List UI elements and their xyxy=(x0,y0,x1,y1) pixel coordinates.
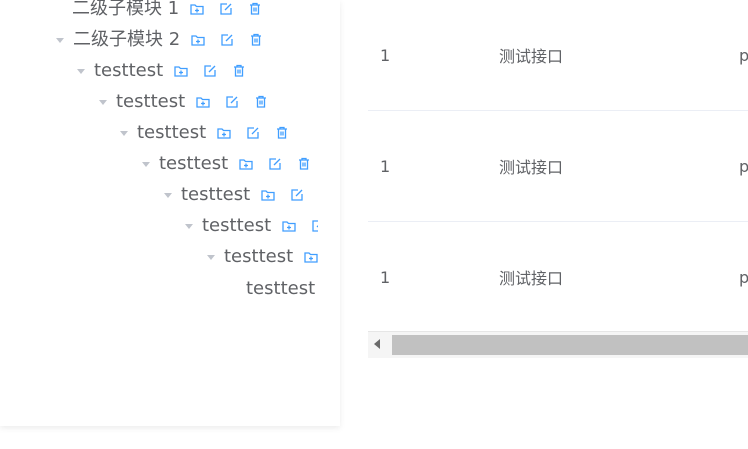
tree-node-actions xyxy=(238,156,312,172)
expand-caret-icon[interactable] xyxy=(119,121,129,145)
folder-add-icon[interactable] xyxy=(189,1,205,17)
tree-node[interactable]: testtest xyxy=(141,152,312,176)
folder-add-icon[interactable] xyxy=(216,125,232,141)
tree-node-actions xyxy=(260,187,318,203)
tree-node[interactable]: testtest xyxy=(246,277,315,301)
table-cell-col2: 测试接口 xyxy=(499,158,564,177)
tree-node[interactable]: 二级子模块 2 xyxy=(55,28,264,52)
folder-add-icon[interactable] xyxy=(303,249,318,265)
table-cell-col2: 测试接口 xyxy=(499,47,564,66)
tree-node-label: testtest xyxy=(159,153,229,174)
table-row[interactable]: 1 测试接口 p xyxy=(368,222,748,333)
scrollbar-thumb[interactable] xyxy=(392,335,748,355)
edit-icon[interactable] xyxy=(219,32,235,48)
delete-icon[interactable] xyxy=(274,125,290,141)
expand-caret-icon[interactable] xyxy=(206,245,216,269)
tree-node[interactable]: testtest xyxy=(76,59,247,83)
module-tree: 二级子模块 1 二级子模块 2 testtest testtest testtest te… xyxy=(0,0,318,320)
expand-caret-icon[interactable] xyxy=(76,59,86,83)
tree-node-label: testtest xyxy=(202,215,272,236)
tree-node-label: testtest xyxy=(246,278,316,299)
table-cell-col1: 1 xyxy=(380,156,391,176)
tree-node[interactable]: testtest xyxy=(206,245,318,269)
tree-node-actions xyxy=(281,218,318,234)
tree-node-label: testtest xyxy=(137,122,207,143)
tree-node[interactable]: testtest xyxy=(163,183,318,207)
delete-icon[interactable] xyxy=(247,1,263,17)
table-cell-col3: p xyxy=(739,267,748,287)
folder-add-icon[interactable] xyxy=(260,187,276,203)
table-cell-col1: 1 xyxy=(380,267,391,287)
module-tree-panel: 二级子模块 1 二级子模块 2 testtest testtest testtest te… xyxy=(0,0,340,426)
expand-caret-icon[interactable] xyxy=(98,90,108,114)
tree-node[interactable]: testtest xyxy=(119,121,290,145)
expand-caret-icon[interactable] xyxy=(55,28,65,52)
table-cell-col2: 测试接口 xyxy=(499,269,564,288)
delete-icon[interactable] xyxy=(248,32,264,48)
tree-node-label: testtest xyxy=(116,91,186,112)
table-cell-col3: p xyxy=(739,45,748,65)
edit-icon[interactable] xyxy=(310,218,318,234)
folder-add-icon[interactable] xyxy=(281,218,297,234)
folder-add-icon[interactable] xyxy=(238,156,254,172)
table-cell-col1: 1 xyxy=(380,45,391,65)
table-row[interactable]: 1 测试接口 p xyxy=(368,0,748,111)
edit-icon[interactable] xyxy=(202,63,218,79)
scroll-left-arrow-icon[interactable] xyxy=(374,339,380,349)
tree-node[interactable]: testtest xyxy=(98,90,269,114)
tree-node[interactable]: testtest xyxy=(184,214,318,238)
tree-node-actions xyxy=(173,63,247,79)
tree-node-label: testtest xyxy=(224,246,294,267)
folder-add-icon[interactable] xyxy=(190,32,206,48)
delete-icon[interactable] xyxy=(253,94,269,110)
expand-caret-icon[interactable] xyxy=(141,152,151,176)
tree-node-label: 二级子模块 2 xyxy=(73,29,181,50)
tree-node-actions xyxy=(216,125,290,141)
edit-icon[interactable] xyxy=(267,156,283,172)
folder-add-icon[interactable] xyxy=(195,94,211,110)
table-cell-col3: p xyxy=(739,156,748,176)
edit-icon[interactable] xyxy=(224,94,240,110)
expand-caret-icon[interactable] xyxy=(184,214,194,238)
tree-node-actions xyxy=(303,249,318,265)
edit-icon[interactable] xyxy=(289,187,305,203)
delete-icon[interactable] xyxy=(296,156,312,172)
table-row[interactable]: 1 测试接口 p xyxy=(368,111,748,222)
tree-node-actions xyxy=(189,1,263,17)
table-panel: 1 测试接口 p 1 测试接口 p 1 测试接口 p xyxy=(368,0,748,360)
tree-node[interactable]: 二级子模块 1 xyxy=(72,0,263,21)
tree-node-label: testtest xyxy=(94,60,164,81)
tree-node-actions xyxy=(190,32,264,48)
horizontal-scrollbar[interactable] xyxy=(368,331,748,358)
edit-icon[interactable] xyxy=(245,125,261,141)
tree-node-label: 二级子模块 1 xyxy=(72,0,180,19)
edit-icon[interactable] xyxy=(218,1,234,17)
tree-node-label: testtest xyxy=(181,184,251,205)
delete-icon[interactable] xyxy=(231,63,247,79)
folder-add-icon[interactable] xyxy=(173,63,189,79)
expand-caret-icon[interactable] xyxy=(163,183,173,207)
tree-node-actions xyxy=(195,94,269,110)
